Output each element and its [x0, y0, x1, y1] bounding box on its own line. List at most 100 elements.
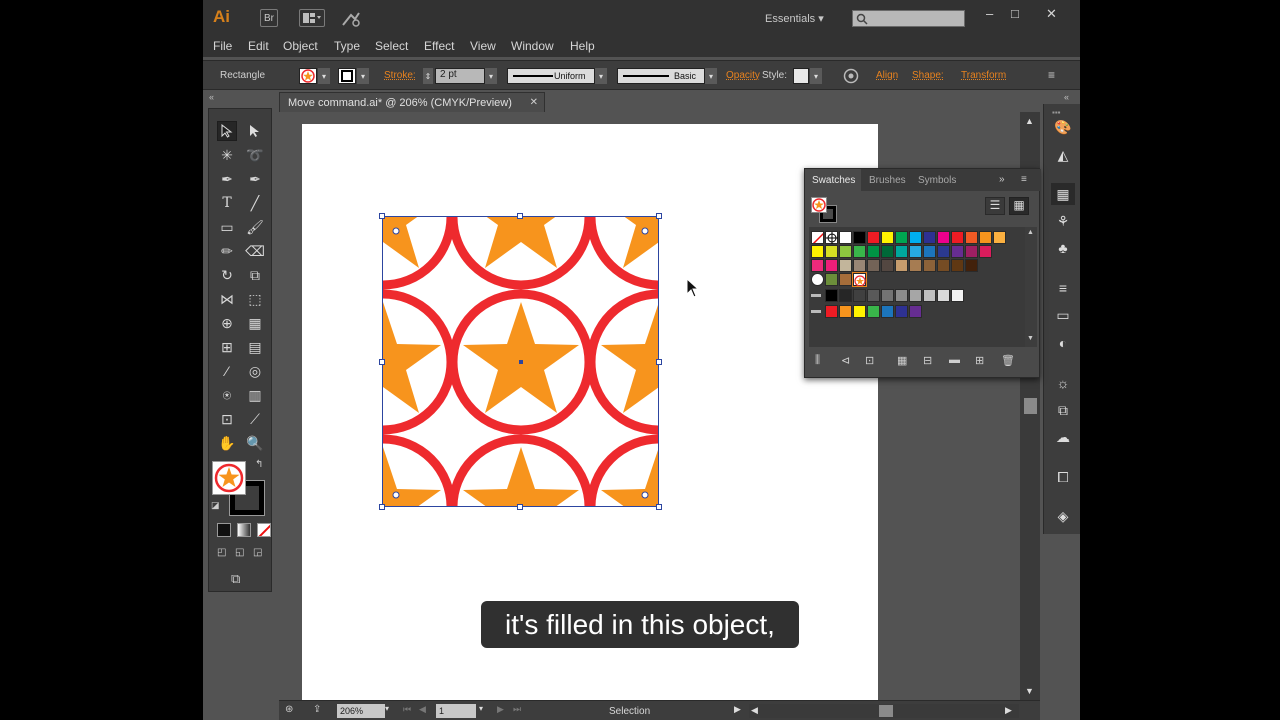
- line-tool[interactable]: ╱: [245, 193, 265, 213]
- brights-folder-icon[interactable]: ▬: [811, 305, 821, 316]
- swatch-chip[interactable]: [951, 289, 964, 302]
- scroll-left-icon[interactable]: ◀: [751, 705, 758, 716]
- swatch-chip[interactable]: [839, 305, 852, 318]
- swatch-pattern-leaf[interactable]: [825, 273, 838, 286]
- layers-panel-icon[interactable]: ◈: [1051, 505, 1075, 527]
- width-tool[interactable]: ⋈: [217, 289, 237, 309]
- swatch-chip[interactable]: [853, 231, 866, 244]
- last-artboard-icon[interactable]: ⏭: [513, 704, 521, 715]
- opacity-link[interactable]: Opacity: [726, 70, 760, 81]
- stroke-dropdown-arrow[interactable]: ▾: [357, 68, 369, 84]
- menu-edit[interactable]: Edit: [248, 39, 269, 53]
- graphic-styles-panel-icon[interactable]: ⧉: [1051, 399, 1075, 421]
- swatch-scroll-down-icon[interactable]: ▼: [1027, 335, 1034, 342]
- swatch-options-icon[interactable]: ⊡: [865, 354, 874, 367]
- graphic-style-swatch[interactable]: [793, 68, 809, 84]
- collapse-panel-icon[interactable]: »: [999, 174, 1005, 185]
- mesh-tool[interactable]: ⊞: [217, 337, 237, 357]
- swatches-panel-icon[interactable]: ▦: [1051, 183, 1075, 205]
- variable-width-profile[interactable]: Uniform: [507, 68, 595, 84]
- swatch-chip[interactable]: [951, 231, 964, 244]
- tab-swatches[interactable]: Swatches: [812, 175, 855, 186]
- selected-rectangle[interactable]: [382, 216, 659, 507]
- swatch-chip[interactable]: [895, 305, 908, 318]
- edit-color-group-icon[interactable]: ⊟: [923, 354, 932, 367]
- swatch-chip[interactable]: [965, 245, 978, 258]
- stroke-weight-stepper[interactable]: ⇕: [423, 68, 433, 84]
- document-tab[interactable]: Move command.ai* @ 206% (CMYK/Preview) ✕: [279, 92, 545, 112]
- fill-color-swatch[interactable]: [299, 68, 317, 84]
- swatch-chip[interactable]: [811, 245, 824, 258]
- grays-folder-icon[interactable]: ▬: [811, 289, 821, 300]
- swatch-libraries-icon[interactable]: ⫼: [815, 354, 820, 367]
- swatch-chip[interactable]: [839, 231, 852, 244]
- rectangle-tool[interactable]: ▭: [217, 217, 237, 237]
- pen-tool[interactable]: ✒: [217, 169, 237, 189]
- swatch-pattern-wood[interactable]: [839, 273, 852, 286]
- gpu-status-icon[interactable]: ⊛: [285, 704, 293, 715]
- tab-brushes[interactable]: Brushes: [869, 175, 906, 186]
- color-group-icon[interactable]: ▦: [897, 354, 907, 367]
- menu-window[interactable]: Window: [511, 39, 554, 53]
- handle-top-left[interactable]: [379, 213, 385, 219]
- swatch-chip[interactable]: [839, 289, 852, 302]
- swatch-chip[interactable]: [937, 245, 950, 258]
- screen-mode-icon[interactable]: ⧉: [231, 571, 240, 587]
- swatch-chip[interactable]: [881, 231, 894, 244]
- gradient-tool[interactable]: ▤: [245, 337, 265, 357]
- close-window-button[interactable]: ✕: [1046, 6, 1057, 22]
- shape-builder-tool[interactable]: ⊕: [217, 313, 237, 333]
- menu-help[interactable]: Help: [570, 39, 595, 53]
- swatch-chip[interactable]: [909, 289, 922, 302]
- grid-view-button[interactable]: ▦: [1009, 197, 1029, 215]
- menu-effect[interactable]: Effect: [424, 39, 454, 53]
- scale-tool[interactable]: ⧉: [245, 265, 265, 285]
- tab-symbols[interactable]: Symbols: [918, 175, 956, 186]
- swatch-chip[interactable]: [853, 259, 866, 272]
- menu-type[interactable]: Type: [334, 39, 360, 53]
- swatch-chip[interactable]: [895, 259, 908, 272]
- handle-bottom-right[interactable]: [656, 504, 662, 510]
- stroke-color-swatch[interactable]: [338, 68, 356, 84]
- paintbrush-tool[interactable]: 🖌: [245, 217, 265, 237]
- swatch-chip[interactable]: [839, 245, 852, 258]
- new-color-group-icon[interactable]: ▬: [949, 354, 960, 366]
- swatch-chip[interactable]: [825, 259, 838, 272]
- lasso-tool[interactable]: ➰: [245, 145, 265, 165]
- swatch-chip[interactable]: [853, 289, 866, 302]
- artboard-number-field[interactable]: 1: [436, 704, 476, 718]
- type-tool[interactable]: T: [217, 193, 237, 213]
- handle-top[interactable]: [517, 213, 523, 219]
- maximize-button[interactable]: □: [1011, 6, 1019, 21]
- direct-selection-tool[interactable]: [245, 121, 265, 141]
- swatch-chip[interactable]: [853, 245, 866, 258]
- gpu-performance-icon[interactable]: [341, 11, 361, 32]
- swatch-chip[interactable]: [979, 245, 992, 258]
- swap-fill-stroke-icon[interactable]: ↰: [255, 459, 263, 470]
- swatch-chip[interactable]: [867, 245, 880, 258]
- color-guide-icon[interactable]: ◭: [1051, 144, 1075, 166]
- zoom-field[interactable]: 206%: [337, 704, 385, 718]
- stroke-panel-icon[interactable]: ≡: [1051, 277, 1075, 299]
- horizontal-scroll-thumb[interactable]: [879, 705, 893, 717]
- swatch-chip[interactable]: [951, 259, 964, 272]
- list-view-button[interactable]: ☰: [985, 197, 1005, 215]
- transparency-panel-icon[interactable]: ◐: [1051, 332, 1075, 354]
- swatch-chip[interactable]: [923, 245, 936, 258]
- gradient-panel-icon[interactable]: ▭: [1051, 304, 1075, 326]
- swatch-kinds-icon[interactable]: ⊲: [841, 354, 850, 367]
- draw-normal-icon[interactable]: ◰: [217, 547, 226, 558]
- panel-menu-icon[interactable]: ≡: [1021, 174, 1027, 185]
- delete-swatch-icon[interactable]: 🗑: [1001, 354, 1015, 367]
- artboard-dropdown-icon[interactable]: ▾: [479, 704, 483, 713]
- blend-tool[interactable]: ◎: [245, 361, 265, 381]
- eyedropper-tool[interactable]: ⁄: [217, 361, 237, 381]
- search-input[interactable]: [852, 10, 965, 27]
- profile-dropdown[interactable]: ▾: [595, 68, 607, 84]
- shape-link[interactable]: Shape:: [912, 70, 944, 81]
- swatch-chip[interactable]: [867, 231, 880, 244]
- recolor-artwork-icon[interactable]: [843, 68, 859, 89]
- align-link[interactable]: Align: [876, 70, 898, 81]
- symbol-sprayer-tool[interactable]: ⍟: [217, 385, 237, 405]
- swatch-chip[interactable]: [825, 245, 838, 258]
